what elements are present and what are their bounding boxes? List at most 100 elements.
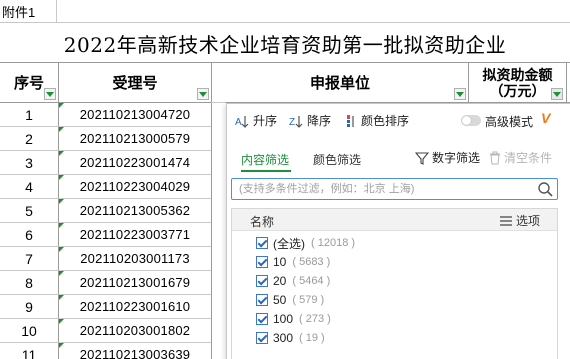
- number-filter-label: 数字筛选: [432, 151, 481, 165]
- sort-descending-button[interactable]: Z 降序: [289, 112, 331, 129]
- cell-seq[interactable]: 10: [0, 319, 58, 342]
- chevron-down-icon: [553, 91, 561, 97]
- cell-accept-no[interactable]: 202110223001610: [59, 295, 211, 318]
- checkbox[interactable]: [256, 313, 268, 325]
- checkbox[interactable]: [256, 256, 268, 268]
- attachment-label[interactable]: 附件1: [0, 0, 56, 22]
- cell-accept-no[interactable]: 202110223004029: [59, 175, 211, 198]
- chevron-down-icon: [46, 91, 54, 97]
- color-sort-label: 颜色排序: [361, 114, 410, 128]
- checkbox[interactable]: [256, 237, 268, 249]
- filter-item-label: 100: [273, 312, 294, 326]
- gridline: [0, 22, 570, 23]
- sort-descending-label: 降序: [307, 114, 332, 128]
- trash-icon: [489, 151, 501, 165]
- cell-accept-no[interactable]: 202110213001679: [59, 271, 211, 294]
- filter-dropdown-applicant[interactable]: [454, 88, 466, 100]
- error-indicator-icon: [59, 199, 64, 204]
- gridline: [566, 62, 567, 103]
- advanced-mode-label: 高级模式: [485, 115, 534, 129]
- cell-accept-no[interactable]: 202110223001474: [59, 151, 211, 174]
- filter-panel: A 升序 Z 降序 颜色排序 高级模式 V 内容筛选 颜色筛选 数字筛选 清空条…: [226, 103, 570, 359]
- cell-seq[interactable]: 2: [0, 127, 58, 150]
- error-indicator-icon: [59, 103, 64, 108]
- clear-condition-label: 清空条件: [504, 151, 553, 165]
- filter-search-box[interactable]: [231, 178, 558, 200]
- cell-seq[interactable]: 8: [0, 271, 58, 294]
- filter-dropdown-accept-no[interactable]: [197, 88, 209, 100]
- filter-item[interactable]: 50 ( 579 ): [256, 292, 324, 308]
- funnel-icon: [415, 151, 429, 165]
- vip-badge-icon: V: [541, 110, 551, 126]
- checkbox[interactable]: [256, 332, 268, 344]
- cell-accept-no[interactable]: 202110213000579: [59, 127, 211, 150]
- sort-ascending-button[interactable]: A 升序: [235, 112, 277, 129]
- chevron-down-icon: [456, 91, 464, 97]
- tab-color-filter[interactable]: 颜色筛选: [313, 151, 361, 168]
- cell-accept-no[interactable]: 202110203001802: [59, 319, 211, 342]
- filter-item-count: ( 12018 ): [311, 237, 356, 249]
- error-indicator-icon: [59, 271, 64, 276]
- error-indicator-icon: [59, 295, 64, 300]
- cell-seq[interactable]: 7: [0, 247, 58, 270]
- gridline: [211, 62, 212, 359]
- sort-ascending-label: 升序: [253, 114, 278, 128]
- advanced-mode-toggle[interactable]: [461, 115, 481, 126]
- cell-seq[interactable]: 4: [0, 175, 58, 198]
- gridline: [211, 102, 226, 103]
- spreadsheet: 附件1 2022年高新技术企业培育资助第一批拟资助企业 序号 受理号 申报单位 …: [0, 0, 570, 359]
- cell-seq[interactable]: 9: [0, 295, 58, 318]
- filter-item-label: 300: [273, 331, 294, 345]
- error-indicator-icon: [59, 127, 64, 132]
- error-indicator-icon: [59, 175, 64, 180]
- filter-dropdown-amount[interactable]: [551, 88, 563, 100]
- sort-descending-icon: Z: [289, 114, 303, 128]
- menu-icon: [500, 215, 512, 226]
- filter-list-header: 名称 选项: [232, 209, 557, 231]
- filter-item-label: (全选): [273, 236, 305, 251]
- clear-condition-button[interactable]: 清空条件: [489, 149, 552, 166]
- cell-seq[interactable]: 1: [0, 103, 58, 126]
- column-header-amount-line2: （万元）: [489, 82, 546, 99]
- filter-dropdown-seq[interactable]: [44, 88, 56, 100]
- error-indicator-icon: [59, 343, 64, 348]
- error-indicator-icon: [59, 151, 64, 156]
- cell-accept-no[interactable]: 202110203001173: [59, 247, 211, 270]
- column-header-applicant[interactable]: 申报单位: [212, 63, 468, 102]
- filter-item-select-all[interactable]: (全选) ( 12018 ): [256, 235, 355, 251]
- sheet-title[interactable]: 2022年高新技术企业培育资助第一批拟资助企业: [0, 24, 570, 62]
- checkbox[interactable]: [256, 294, 268, 306]
- cell-seq[interactable]: 5: [0, 199, 58, 222]
- filter-search-input[interactable]: [232, 179, 532, 199]
- filter-item-label: 20: [273, 274, 287, 288]
- error-indicator-icon: [59, 223, 64, 228]
- active-tab-indicator: [241, 170, 291, 172]
- cell-seq[interactable]: 11: [0, 343, 58, 359]
- list-options-button[interactable]: 选项: [500, 212, 540, 229]
- filter-value-list: 名称 选项 (全选) ( 12018 ) 10 ( 5683 ) 20 (54…: [231, 208, 558, 359]
- filter-item-count: ( 273 ): [299, 313, 331, 325]
- filter-item-count: ( 19 ): [299, 332, 325, 344]
- cell-accept-no[interactable]: 202110213003639: [59, 343, 211, 359]
- cell-seq[interactable]: 6: [0, 223, 58, 246]
- color-sort-button[interactable]: 颜色排序: [345, 112, 409, 129]
- filter-item[interactable]: 300 ( 19 ): [256, 330, 325, 346]
- filter-item-count: ( 5464 ): [292, 275, 331, 287]
- cell-accept-no[interactable]: 202110213004720: [59, 103, 211, 126]
- column-header-accept-no[interactable]: 受理号: [59, 63, 211, 102]
- search-icon[interactable]: [537, 181, 553, 202]
- cell-seq[interactable]: 3: [0, 151, 58, 174]
- filter-item-count: ( 579 ): [292, 294, 325, 306]
- list-header-name: 名称: [250, 215, 275, 229]
- filter-item[interactable]: 20 ( 5464 ): [256, 273, 330, 289]
- filter-item[interactable]: 100 ( 273 ): [256, 311, 331, 327]
- cell-accept-no[interactable]: 202110213005362: [59, 199, 211, 222]
- number-filter-button[interactable]: 数字筛选: [415, 149, 480, 166]
- tab-content-filter[interactable]: 内容筛选: [241, 151, 289, 168]
- chevron-down-icon: [199, 91, 207, 97]
- color-sort-icon: [345, 114, 357, 128]
- column-header-amount-line1: 拟资助金额: [482, 66, 553, 83]
- cell-accept-no[interactable]: 202110223003771: [59, 223, 211, 246]
- filter-item[interactable]: 10 ( 5683 ): [256, 254, 330, 270]
- checkbox[interactable]: [256, 275, 268, 287]
